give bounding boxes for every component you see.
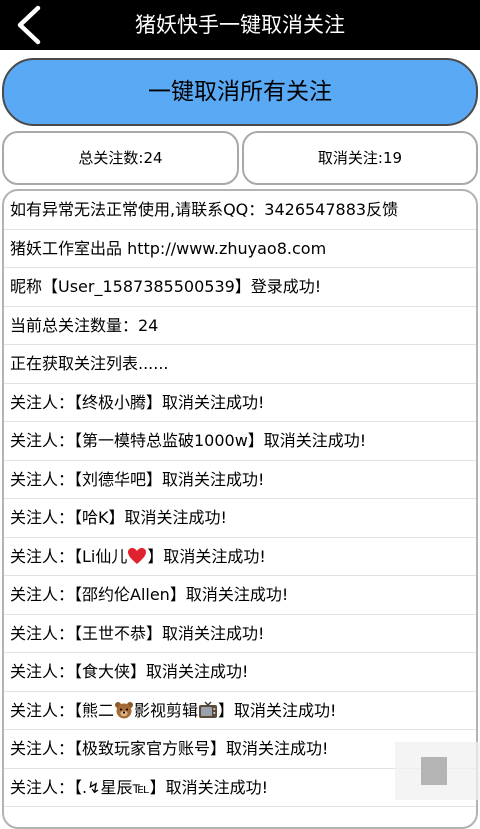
log-list: 如有异常无法正常使用,请联系QQ：3426547883反馈 猪妖工作室出品 ht… [2, 189, 478, 829]
heart-emoji-icon [128, 547, 147, 564]
log-line: 关注人：【食大侠】取消关注成功! [4, 653, 476, 692]
page-title: 猪妖快手一键取消关注 [135, 13, 345, 37]
log-line: 如有异常无法正常使用,请联系QQ：3426547883反馈 [4, 191, 476, 230]
log-line: 关注人：【第一模特总监破1000w】取消关注成功! [4, 422, 476, 461]
cancel-all-follows-button[interactable]: 一键取消所有关注 [2, 58, 478, 126]
title-bar: 猪妖快手一键取消关注 [0, 0, 480, 50]
log-line: 关注人：【王世不恭】取消关注成功! [4, 615, 476, 653]
log-line-text: 】取消关注成功! [147, 546, 266, 566]
log-line: 关注人：【Li仙儿 】取消关注成功! [4, 538, 476, 576]
bear-emoji-icon [115, 701, 134, 718]
log-line-text: 】取消关注成功! [218, 700, 337, 720]
log-line-text: 关注人：【熊二 [10, 700, 115, 720]
log-line-text: 关注人：【Li仙儿 [10, 546, 128, 566]
floating-button[interactable] [421, 757, 447, 785]
log-line: 关注人：【哈K】取消关注成功! [4, 499, 476, 538]
log-line: 正在获取关注列表...... [4, 345, 476, 384]
log-line: 猪妖工作室出品 http://www.zhuyao8.com [4, 230, 476, 268]
cancelled-follows-count: 取消关注:19 [242, 131, 478, 185]
log-line: 当前总关注数量：24 [4, 307, 476, 345]
log-line-text: 影视剪辑 [134, 700, 199, 720]
log-line: 昵称【User_1587385500539】登录成功! [4, 268, 476, 307]
log-line: 关注人：【邵约伦Allen】取消关注成功! [4, 576, 476, 615]
tv-emoji-icon [199, 701, 218, 718]
log-line: 关注人：【熊二 影视剪辑 】取消关注成功! [4, 692, 476, 730]
log-line: 关注人：【终极小腾】取消关注成功! [4, 384, 476, 422]
total-follows-count: 总关注数:24 [2, 131, 239, 185]
log-line: 关注人：【刘德华吧】取消关注成功! [4, 461, 476, 499]
